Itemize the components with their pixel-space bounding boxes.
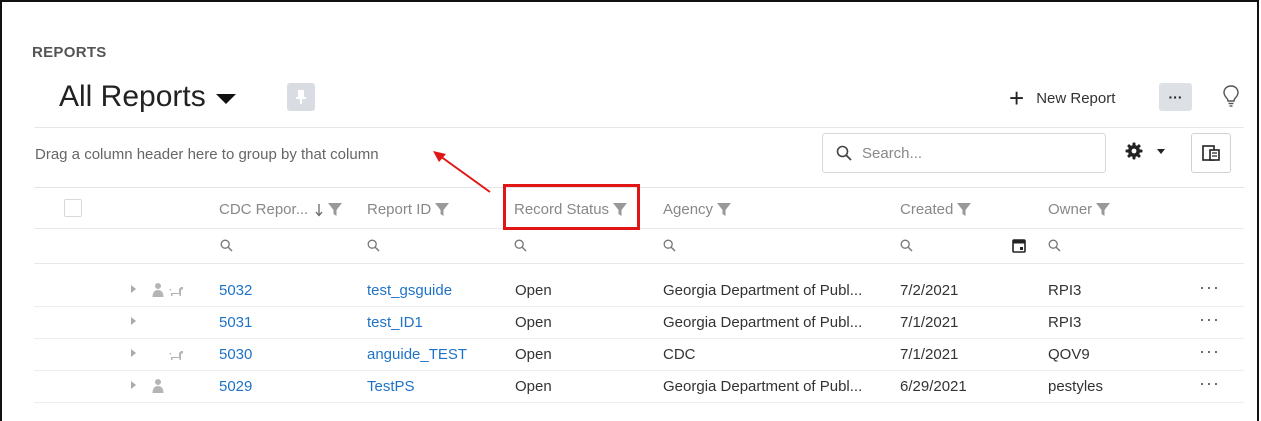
cdc-report-link[interactable]: 5031 xyxy=(219,314,252,331)
expand-row-icon[interactable] xyxy=(131,285,136,293)
search-input[interactable]: Search... xyxy=(862,145,922,162)
pin-button[interactable] xyxy=(287,83,315,111)
report-id-link[interactable]: test_ID1 xyxy=(367,314,423,331)
animal-icon xyxy=(169,351,183,360)
agency-cell: Georgia Department of Publ... xyxy=(663,314,863,331)
owner-cell: RPI3 xyxy=(1048,314,1082,331)
row-actions-button[interactable]: ··· xyxy=(1199,309,1220,330)
row-actions-button[interactable]: ··· xyxy=(1199,341,1220,362)
column-layout-icon xyxy=(1202,145,1220,161)
column-header-created[interactable]: Created xyxy=(900,201,972,218)
new-report-label: New Report xyxy=(1036,89,1116,107)
record-status-cell: Open xyxy=(515,314,552,331)
created-cell: 7/1/2021 xyxy=(900,314,959,331)
owner-cell: RPI3 xyxy=(1048,282,1082,299)
column-header-label: Owner xyxy=(1048,201,1093,218)
cdc-report-link[interactable]: 5030 xyxy=(219,346,252,363)
search-icon xyxy=(836,145,852,161)
column-header-owner[interactable]: Owner xyxy=(1048,201,1111,218)
agency-cell: Georgia Department of Publ... xyxy=(663,378,863,395)
row-actions-button[interactable]: ··· xyxy=(1199,277,1220,298)
table-row[interactable]: 5030 anguide_TEST Open CDC 7/1/2021 QOV9… xyxy=(34,339,1244,371)
settings-dropdown[interactable] xyxy=(1125,142,1165,160)
sort-descending-icon xyxy=(315,203,323,216)
filter-search-icon[interactable] xyxy=(1048,239,1061,252)
funnel-icon[interactable] xyxy=(435,202,450,217)
section-label: REPORTS xyxy=(32,44,107,61)
expand-row-icon[interactable] xyxy=(131,317,136,325)
column-header-agency[interactable]: Agency xyxy=(663,201,732,218)
view-selector[interactable]: All Reports xyxy=(59,80,236,114)
column-header-report-id[interactable]: Report ID xyxy=(367,201,450,218)
column-header-label: Agency xyxy=(663,201,714,218)
annotation-arrow-icon xyxy=(433,151,491,193)
funnel-icon[interactable] xyxy=(717,202,732,217)
gear-icon xyxy=(1125,142,1143,160)
new-report-button[interactable]: + New Report xyxy=(1009,83,1116,113)
filter-search-icon[interactable] xyxy=(663,239,676,252)
owner-cell: QOV9 xyxy=(1048,346,1090,363)
funnel-icon[interactable] xyxy=(1096,202,1111,217)
grid-filter-row xyxy=(34,228,1244,264)
more-options-button[interactable]: ··· xyxy=(1159,83,1192,111)
table-row[interactable]: 5032 test_gsguide Open Georgia Departmen… xyxy=(34,275,1244,307)
report-id-link[interactable]: test_gsguide xyxy=(367,282,452,299)
column-header-label: CDC Repor... xyxy=(219,201,309,218)
calendar-icon[interactable] xyxy=(1012,238,1026,253)
page-title: All Reports xyxy=(59,80,206,113)
filter-search-icon[interactable] xyxy=(514,239,527,252)
created-cell: 7/1/2021 xyxy=(900,346,959,363)
created-cell: 7/2/2021 xyxy=(900,282,959,299)
plus-icon: + xyxy=(1009,83,1025,113)
group-by-drop-zone[interactable]: Drag a column header here to group by th… xyxy=(35,146,379,163)
animal-icon xyxy=(169,287,183,296)
filter-search-icon[interactable] xyxy=(220,239,233,252)
owner-cell: pestyles xyxy=(1048,378,1104,395)
filter-search-icon[interactable] xyxy=(367,239,380,252)
report-id-link[interactable]: TestPS xyxy=(367,378,415,395)
funnel-icon[interactable] xyxy=(328,202,343,217)
agency-cell: CDC xyxy=(663,346,696,363)
column-header-label: Report ID xyxy=(367,201,432,218)
record-status-cell: Open xyxy=(515,282,552,299)
caret-down-icon xyxy=(215,94,236,104)
expand-row-icon[interactable] xyxy=(131,381,136,389)
cdc-report-link[interactable]: 5029 xyxy=(219,378,252,395)
search-box[interactable]: Search... xyxy=(822,133,1106,173)
agency-cell: Georgia Department of Publ... xyxy=(663,282,863,299)
created-cell: 6/29/2021 xyxy=(900,378,967,395)
person-icon xyxy=(152,283,164,297)
table-row[interactable]: 5029 TestPS Open Georgia Department of P… xyxy=(34,371,1244,403)
pin-icon xyxy=(296,90,306,104)
record-status-cell: Open xyxy=(515,346,552,363)
toolbar-divider xyxy=(34,127,1244,128)
filter-search-icon[interactable] xyxy=(900,239,913,252)
column-header-cdc-report[interactable]: CDC Repor... xyxy=(219,201,343,218)
expand-row-icon[interactable] xyxy=(131,349,136,357)
cdc-report-link[interactable]: 5032 xyxy=(219,282,252,299)
record-status-cell: Open xyxy=(515,378,552,395)
record-status-highlight-box xyxy=(503,184,640,230)
person-icon xyxy=(152,379,164,393)
column-header-label: Created xyxy=(900,201,954,218)
funnel-icon[interactable] xyxy=(957,202,972,217)
report-id-link[interactable]: anguide_TEST xyxy=(367,346,467,363)
lightbulb-icon[interactable] xyxy=(1222,84,1240,113)
chevron-down-icon xyxy=(1157,148,1165,154)
row-actions-button[interactable]: ··· xyxy=(1199,373,1220,394)
column-chooser-button[interactable] xyxy=(1191,133,1231,173)
table-row[interactable]: 5031 test_ID1 Open Georgia Department of… xyxy=(34,307,1244,339)
select-all-checkbox[interactable] xyxy=(64,199,82,217)
